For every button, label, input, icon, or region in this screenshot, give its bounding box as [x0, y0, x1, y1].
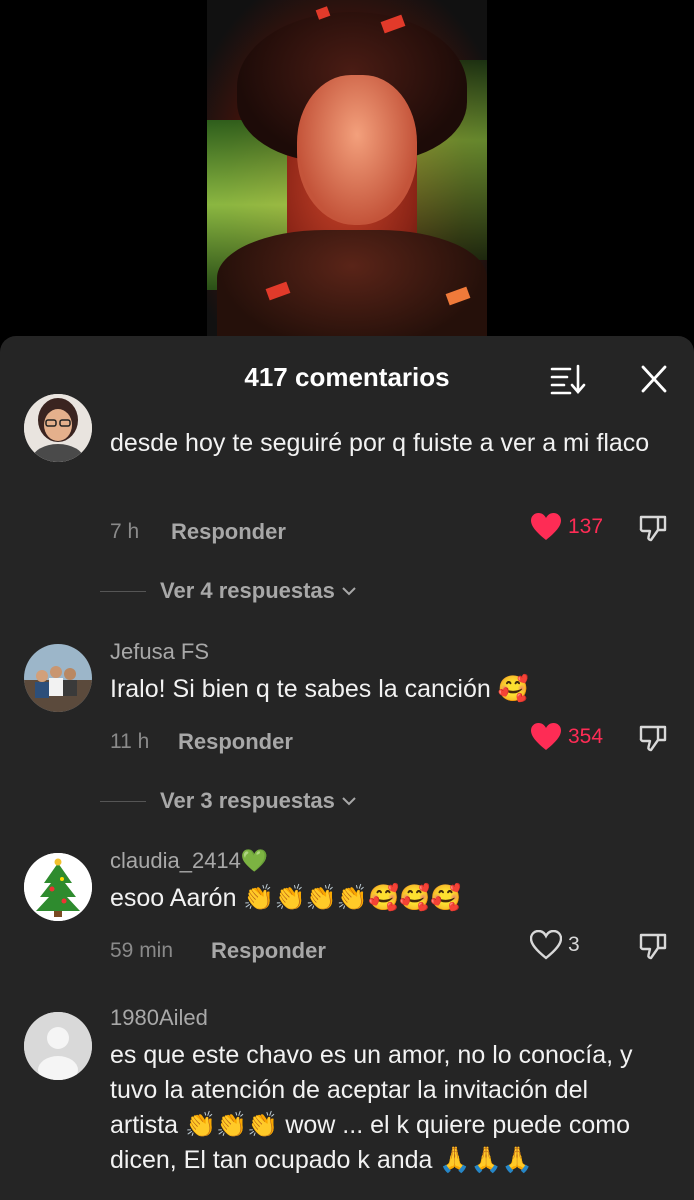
- heart-icon: [531, 723, 561, 750]
- comment-time: 7 h: [110, 520, 140, 543]
- heart-icon: [530, 930, 562, 960]
- view-replies-button[interactable]: Ver 4 respuestas: [100, 578, 357, 604]
- comment-username[interactable]: 1980Ailed: [110, 1005, 208, 1031]
- avatar[interactable]: [24, 644, 92, 712]
- like-count: 354: [568, 725, 604, 748]
- avatar[interactable]: [24, 394, 92, 462]
- comment-time: 11 h: [110, 730, 150, 753]
- comment-username[interactable]: claudia_2414💚: [110, 848, 268, 874]
- comment-time: 59 min: [110, 939, 174, 962]
- comment-item: claudia_2414💚 esoo Aarón 👏👏👏👏🥰🥰🥰 59 min …: [0, 847, 694, 987]
- comment-item: Jefusa FS Iralo! Si bien q te sabes la c…: [0, 638, 694, 838]
- like-button[interactable]: 354: [530, 722, 603, 752]
- thumbs-down-icon[interactable]: [638, 930, 668, 960]
- view-replies-label: Ver 4 respuestas: [160, 578, 335, 603]
- comment-text: es que este chavo es un amor, no lo cono…: [110, 1041, 633, 1174]
- divider-line: [100, 590, 146, 592]
- thumbs-down-icon[interactable]: [638, 722, 668, 752]
- view-replies-label: Ver 3 respuestas: [160, 788, 335, 813]
- avatar[interactable]: [24, 853, 92, 921]
- like-button[interactable]: 137: [530, 512, 603, 542]
- video-preview[interactable]: [207, 0, 487, 336]
- view-replies-button[interactable]: Ver 3 respuestas: [100, 788, 357, 814]
- like-count: 137: [568, 515, 604, 538]
- reply-button[interactable]: Responder: [171, 519, 286, 545]
- reply-button[interactable]: Responder: [178, 729, 293, 755]
- reply-button[interactable]: Responder: [211, 938, 326, 964]
- avatar[interactable]: [24, 1012, 92, 1080]
- thumbs-down-icon[interactable]: [638, 512, 668, 542]
- comment-item: 1980Ailed es que este chavo es un amor, …: [0, 1004, 694, 1200]
- sort-icon[interactable]: [548, 362, 588, 396]
- comments-count-title: 417 comentarios: [244, 362, 450, 392]
- comment-item: desde hoy te seguiré por q fuiste a ver …: [0, 394, 694, 614]
- divider-line: [100, 800, 146, 802]
- close-icon[interactable]: [634, 362, 674, 396]
- comment-text: desde hoy te seguiré por q fuiste a ver …: [110, 429, 650, 457]
- person-face: [297, 75, 417, 225]
- person-jacket: [217, 230, 487, 336]
- comment-text: esoo Aarón 👏👏👏👏🥰🥰🥰: [110, 884, 462, 912]
- like-count: 3: [568, 933, 580, 956]
- like-button[interactable]: 3: [530, 930, 580, 960]
- comments-sheet: 417 comentarios desde hoy te seguiré por…: [0, 336, 694, 1200]
- chevron-down-icon: [342, 797, 356, 806]
- comment-username[interactable]: Jefusa FS: [110, 639, 209, 665]
- chevron-down-icon: [342, 587, 356, 596]
- heart-icon: [531, 513, 561, 540]
- comment-text: Iralo! Si bien q te sabes la canción 🥰: [110, 675, 529, 703]
